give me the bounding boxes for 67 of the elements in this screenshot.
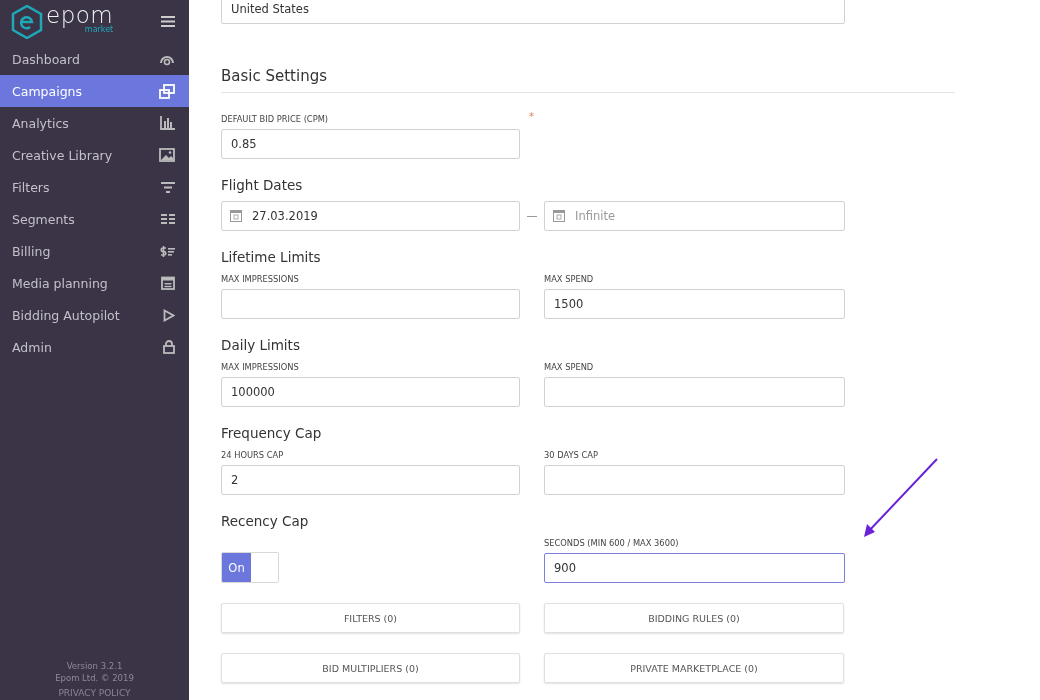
input-field[interactable]: 2	[221, 465, 520, 495]
copyright-text: Epom Ltd. © 2019	[54, 672, 135, 684]
section-title: Daily Limits	[221, 336, 301, 355]
filter-icon	[161, 181, 175, 193]
image-icon	[159, 148, 175, 162]
bar-chart-icon	[160, 116, 175, 130]
calendar-icon	[553, 210, 565, 222]
play-icon	[163, 308, 175, 322]
input-field[interactable]: 900	[544, 553, 845, 583]
logo-icon	[11, 4, 43, 39]
sidebar-item-label: Dashboard	[12, 51, 80, 67]
date-field[interactable]: Infinite	[544, 201, 845, 231]
sidebar-item-label: Segments	[12, 211, 75, 227]
list-icon	[161, 214, 175, 224]
sidebar-item[interactable]: Segments	[0, 203, 189, 235]
sidebar-item-label: Campaigns	[12, 83, 82, 99]
section-title: Recency Cap	[221, 512, 310, 531]
input-field[interactable]: United States	[221, 0, 845, 24]
section-button[interactable]: BID MULTIPLIERS (0)	[221, 653, 520, 683]
section-title: Frequency Cap	[221, 424, 323, 443]
section-title: Flight Dates	[221, 176, 304, 195]
sidebar-item[interactable]: Billing	[0, 235, 189, 267]
page-title: Basic Settings	[221, 66, 955, 93]
sidebar-item[interactable]: Admin	[0, 331, 189, 363]
sidebar-item-label: Admin	[12, 339, 52, 355]
input-field[interactable]: 1500	[544, 289, 845, 319]
calendar-icon	[161, 276, 175, 290]
sidebar-item-label: Filters	[12, 179, 50, 195]
input-field[interactable]	[221, 289, 520, 319]
field-label: MAX SPEND	[544, 362, 595, 372]
toggle-switch[interactable]: On	[221, 552, 279, 583]
field-label: MAX SPEND	[544, 274, 595, 284]
sidebar-item[interactable]: Filters	[0, 171, 189, 203]
field-label: MAX IMPRESSIONS	[221, 362, 300, 372]
menu-icon[interactable]	[161, 16, 175, 27]
section-button[interactable]: BIDDING RULES (0)	[544, 603, 844, 633]
sidebar-item[interactable]: Dashboard	[0, 43, 189, 75]
field-label: 24 HOURS CAP	[221, 450, 285, 460]
sidebar-item-label: Billing	[12, 243, 51, 259]
input-field[interactable]: 0.85	[221, 129, 520, 159]
calendar-icon	[230, 210, 242, 222]
field-label: DEFAULT BID PRICE (CPM)	[221, 114, 330, 124]
sidebar-item-label: Bidding Autopilot	[12, 307, 120, 323]
sidebar-item[interactable]: Analytics	[0, 107, 189, 139]
date-field[interactable]: 27.03.2019	[221, 201, 520, 231]
sidebar-item-label: Analytics	[12, 115, 69, 131]
version-text: Version 3.2.1	[65, 660, 124, 672]
section-button[interactable]: PRIVATE MARKETPLACE (0)	[544, 653, 844, 683]
copy-icon	[159, 83, 175, 99]
input-field[interactable]	[544, 377, 845, 407]
sidebar-item[interactable]: Bidding Autopilot	[0, 299, 189, 331]
field-label: MAX IMPRESSIONS	[221, 274, 300, 284]
sidebar-item-label: Creative Library	[12, 147, 113, 163]
field-label: 30 DAYS CAP	[544, 450, 599, 460]
required-mark: *	[529, 111, 534, 122]
field-label: SECONDS (MIN 600 / MAX 3600)	[544, 538, 680, 548]
sidebar-item[interactable]: Media planning	[0, 267, 189, 299]
lock-icon	[163, 340, 175, 354]
dollar-list-icon	[160, 244, 175, 258]
sidebar-item-label: Media planning	[12, 275, 108, 291]
sidebar-item[interactable]: Campaigns	[0, 75, 189, 107]
input-field[interactable]: 100000	[221, 377, 520, 407]
sidebar-item[interactable]: Creative Library	[0, 139, 189, 171]
section-button[interactable]: FILTERS (0)	[221, 603, 520, 633]
section-title: Lifetime Limits	[221, 248, 322, 267]
input-field[interactable]	[544, 465, 845, 495]
toggle-label: On	[222, 553, 251, 582]
